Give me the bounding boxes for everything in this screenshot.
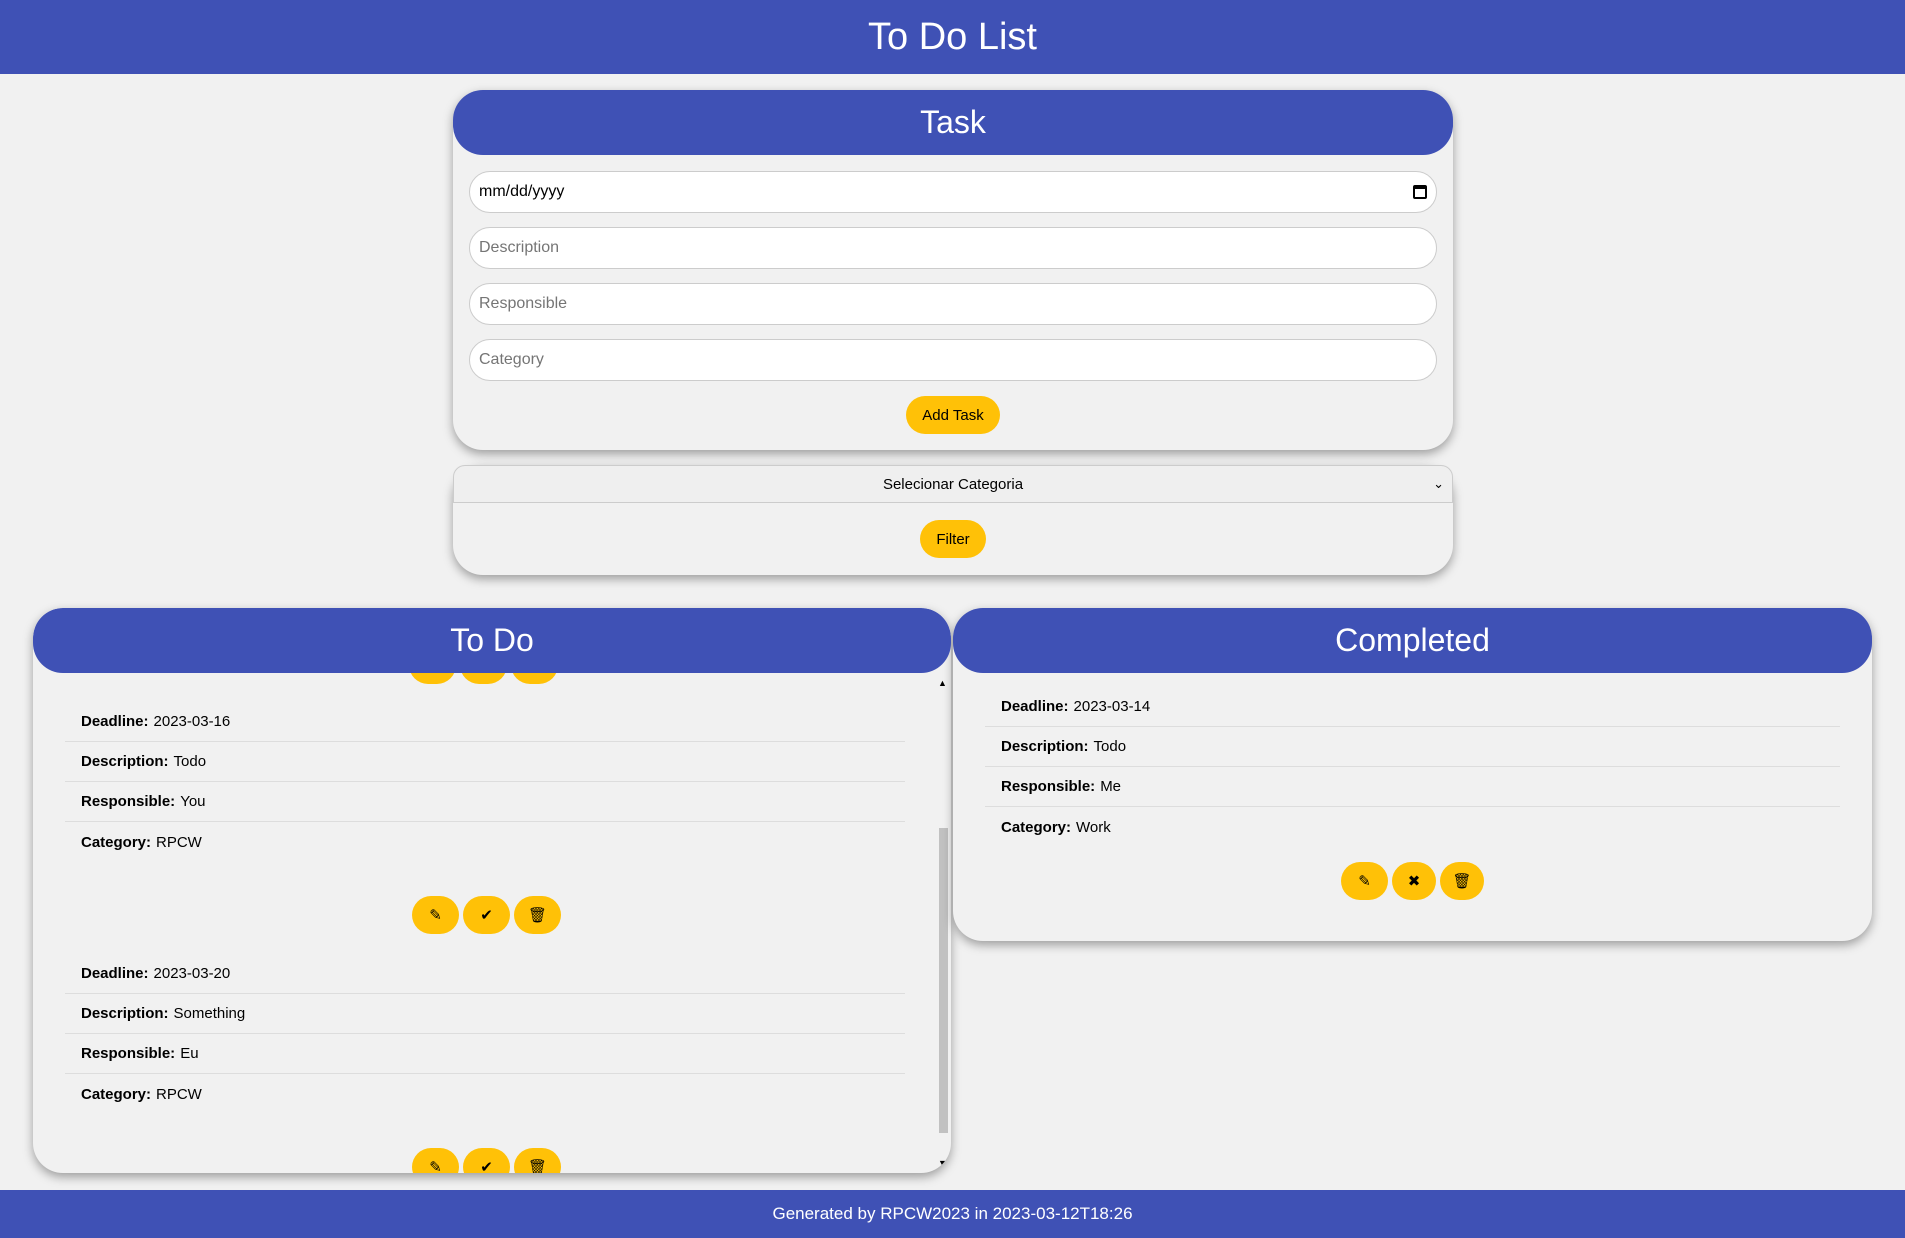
completed-header: Completed (953, 608, 1872, 673)
responsible-label: Responsible: (81, 1045, 176, 1062)
uncomplete-button[interactable]: ✖ (1392, 862, 1436, 900)
deadline-date-value: mm/dd/yyyy (479, 183, 565, 200)
task-form-card: Task mm/dd/yyyy Add Task (453, 90, 1453, 450)
footer-text: Generated by RPCW2023 in 2023-03-12T18:2… (772, 1204, 1133, 1223)
delete-button[interactable]: 🗑 (514, 896, 561, 934)
responsible-label: Responsible: (1001, 778, 1096, 795)
task-actions: ✎ ✔ 🗑 (412, 896, 561, 934)
deadline-value: 2023-03-16 (153, 713, 231, 730)
edit-icon: ✎ (1358, 873, 1371, 890)
deadline-row: Deadline: 2023-03-14 (985, 687, 1840, 727)
description-value: Something (173, 1005, 246, 1022)
description-label: Description: (81, 1005, 169, 1022)
deadline-value: 2023-03-14 (1073, 698, 1151, 715)
category-value: Work (1076, 818, 1111, 836)
edit-icon: ✎ (429, 1159, 442, 1173)
category-label: Category: (81, 1085, 152, 1103)
category-label: Category: (81, 833, 152, 851)
description-value: Todo (173, 753, 207, 770)
completed-card: Completed Deadline: 2023-03-14 Descriptio… (953, 608, 1872, 941)
category-select-value: Selecionar Categoria (882, 475, 1024, 493)
todo-title: To Do (450, 622, 534, 658)
add-task-button[interactable]: Add Task (906, 396, 1000, 434)
check-icon: ✔ (480, 907, 493, 924)
responsible-value: Eu (180, 1045, 199, 1062)
todo-scrollbar[interactable]: ▲ ▼ (937, 678, 949, 1168)
edit-button[interactable]: ✎ (412, 1148, 459, 1173)
responsible-value: You (180, 793, 206, 810)
check-icon: ✔ (480, 1159, 493, 1173)
responsible-row: Responsible: Eu (65, 1034, 905, 1074)
deadline-row: Deadline: 2023-03-20 (65, 954, 905, 994)
category-value: RPCW (156, 1085, 202, 1103)
task-actions: ✎ ✔ 🗑 (412, 1148, 561, 1173)
trash-icon: 🗑 (527, 907, 548, 924)
todo-card: To Do ✎ ✔ 🗑 Deadline:2023-03-16 Descript… (33, 608, 951, 1173)
responsible-input[interactable] (469, 283, 1437, 325)
page-title: To Do List (868, 15, 1037, 58)
todo-header: To Do (33, 608, 951, 673)
complete-button[interactable]: ✔ (463, 896, 510, 934)
category-row: Category: RPCW (65, 822, 905, 862)
responsible-row: Responsible: Me (985, 767, 1840, 807)
task-form-header: Task (453, 90, 1453, 155)
scroll-up-icon[interactable]: ▲ (938, 678, 947, 688)
calendar-icon[interactable] (1413, 185, 1427, 199)
deadline-value: 2023-03-20 (153, 965, 231, 982)
deadline-label: Deadline: (81, 713, 149, 730)
deadline-label: Deadline: (1001, 698, 1069, 715)
description-input[interactable] (469, 227, 1437, 269)
trash-icon: 🗑 (1452, 873, 1472, 890)
scroll-down-icon[interactable]: ▼ (938, 1158, 947, 1168)
close-icon: ✖ (1407, 873, 1421, 890)
category-label: Category: (1001, 818, 1072, 836)
description-row: Description: Todo (65, 742, 905, 782)
delete-button[interactable]: 🗑 (1440, 862, 1484, 900)
app-header: To Do List (0, 0, 1905, 74)
edit-button[interactable]: ✎ (412, 896, 459, 934)
edit-icon: ✎ (429, 907, 442, 924)
deadline-label: Deadline: (81, 965, 149, 982)
chevron-down-icon: ⌄ (1433, 476, 1444, 491)
description-label: Description: (1001, 738, 1089, 755)
delete-button[interactable]: 🗑 (514, 1148, 561, 1173)
filter-card: Selecionar Categoria ⌄ Filter (453, 465, 1453, 575)
completed-item: Deadline: 2023-03-14 Description: Todo Res… (985, 687, 1840, 847)
scrollbar-thumb[interactable] (939, 828, 948, 1133)
deadline-row: Deadline: 2023-03-16 (65, 702, 905, 742)
task-form-title: Task (920, 104, 986, 140)
trash-icon: 🗑 (527, 1159, 548, 1173)
page-footer: Generated by RPCW2023 in 2023-03-12T18:2… (0, 1190, 1905, 1238)
description-row: Description: Something (65, 994, 905, 1034)
description-row: Description: Todo (985, 727, 1840, 767)
responsible-row: Responsible: You (65, 782, 905, 822)
filter-button[interactable]: Filter (920, 520, 986, 558)
edit-button[interactable]: ✎ (1341, 862, 1388, 900)
category-value: RPCW (156, 833, 202, 851)
complete-button[interactable]: ✔ (463, 1148, 510, 1173)
todo-item: Deadline: 2023-03-16 Description: Todo Res… (65, 702, 905, 862)
description-value: Todo (1093, 738, 1127, 755)
category-input[interactable] (469, 339, 1437, 381)
category-select[interactable]: Selecionar Categoria ⌄ (453, 465, 1453, 503)
completed-title: Completed (1335, 622, 1490, 658)
category-row: Category: Work (985, 807, 1840, 847)
todo-item: Deadline: 2023-03-20 Description: Somethin… (65, 954, 905, 1114)
responsible-value: Me (1100, 778, 1122, 795)
category-row: Category: RPCW (65, 1074, 905, 1114)
deadline-date-input[interactable]: mm/dd/yyyy (469, 171, 1437, 213)
description-label: Description: (81, 753, 169, 770)
task-actions: ✎ ✖ 🗑 (1341, 862, 1484, 900)
responsible-label: Responsible: (81, 793, 176, 810)
